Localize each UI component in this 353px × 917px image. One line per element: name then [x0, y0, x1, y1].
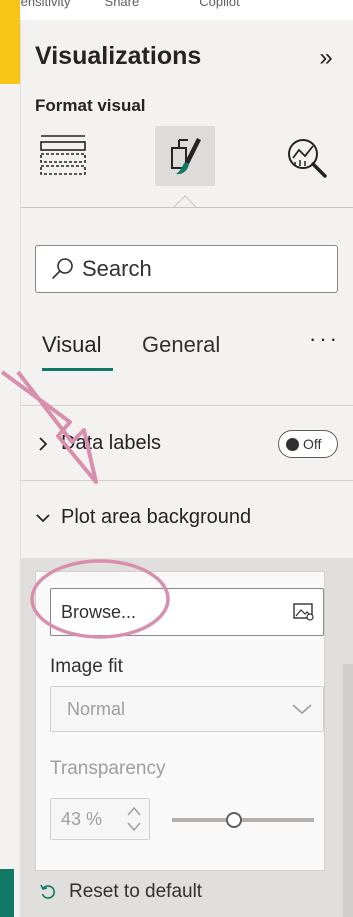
chevron-down-icon	[36, 513, 50, 522]
left-accent-bar	[0, 869, 14, 917]
divider	[21, 405, 353, 406]
reset-to-default-button[interactable]: Reset to default	[39, 881, 202, 903]
visualizations-pane: Visualizations » Format visual Search Vi…	[20, 20, 353, 917]
format-paintbrush-icon[interactable]	[155, 126, 215, 186]
chevron-down-icon	[292, 704, 312, 715]
tab-selected-indicator	[42, 368, 113, 371]
pane-scrollbar[interactable]	[343, 664, 353, 917]
reset-label: Reset to default	[69, 881, 203, 902]
transparency-slider[interactable]	[172, 810, 314, 830]
tab-general[interactable]: General	[142, 332, 220, 358]
browse-label: Browse...	[61, 601, 137, 622]
divider	[21, 480, 353, 481]
image-icon	[293, 603, 314, 621]
format-visual-label: Format visual	[35, 96, 146, 115]
transparency-value: 43 %	[61, 808, 103, 829]
reset-undo-icon	[40, 884, 55, 899]
search-placeholder: Search	[82, 256, 152, 281]
selected-pointer-notch	[173, 195, 197, 208]
tab-visual[interactable]: Visual	[42, 332, 102, 358]
section-data-labels-label: Data labels	[61, 432, 162, 454]
image-fit-dropdown[interactable]: Normal	[50, 686, 324, 732]
transparency-stepper[interactable]: 43 %	[50, 798, 150, 840]
format-pane-body: Search Visual General ··· Data labels Of…	[21, 207, 353, 917]
transparency-label: Transparency	[50, 758, 166, 779]
toggle-state-text: Off	[303, 436, 322, 452]
ribbon-sensitivity[interactable]: Sensitivity	[20, 0, 71, 9]
ribbon-share[interactable]: Share	[105, 0, 140, 9]
section-plot-area-background[interactable]: Plot area background	[35, 506, 251, 529]
browse-image-button[interactable]: Browse...	[50, 588, 324, 636]
slider-thumb[interactable]	[226, 812, 242, 828]
chevron-right-icon	[39, 436, 48, 451]
highlight-frame-left	[0, 0, 20, 84]
collapse-pane-button[interactable]: »	[313, 46, 339, 72]
toggle-knob	[286, 437, 299, 451]
section-plot-area-label: Plot area background	[61, 506, 252, 528]
more-options-button[interactable]: ···	[309, 326, 340, 352]
section-data-labels[interactable]: Data labels	[35, 432, 161, 455]
plot-area-card: Browse... Image fit Normal Transparency	[35, 571, 325, 871]
build-visual-icon[interactable]	[37, 126, 87, 186]
data-labels-toggle[interactable]: Off	[278, 430, 338, 458]
analytics-icon[interactable]	[281, 126, 331, 186]
ribbon-strip: Sensitivity Share Copilot	[20, 0, 353, 20]
stepper-arrows-icon[interactable]	[125, 804, 143, 834]
search-input[interactable]: Search	[35, 245, 338, 293]
plot-area-settings-region: Browse... Image fit Normal Transparency	[21, 558, 353, 917]
ribbon-copilot[interactable]: Copilot	[199, 0, 239, 9]
image-fit-value: Normal	[67, 698, 126, 719]
pane-title: Visualizations	[35, 42, 202, 70]
search-icon	[52, 258, 73, 279]
image-fit-label: Image fit	[50, 656, 123, 677]
